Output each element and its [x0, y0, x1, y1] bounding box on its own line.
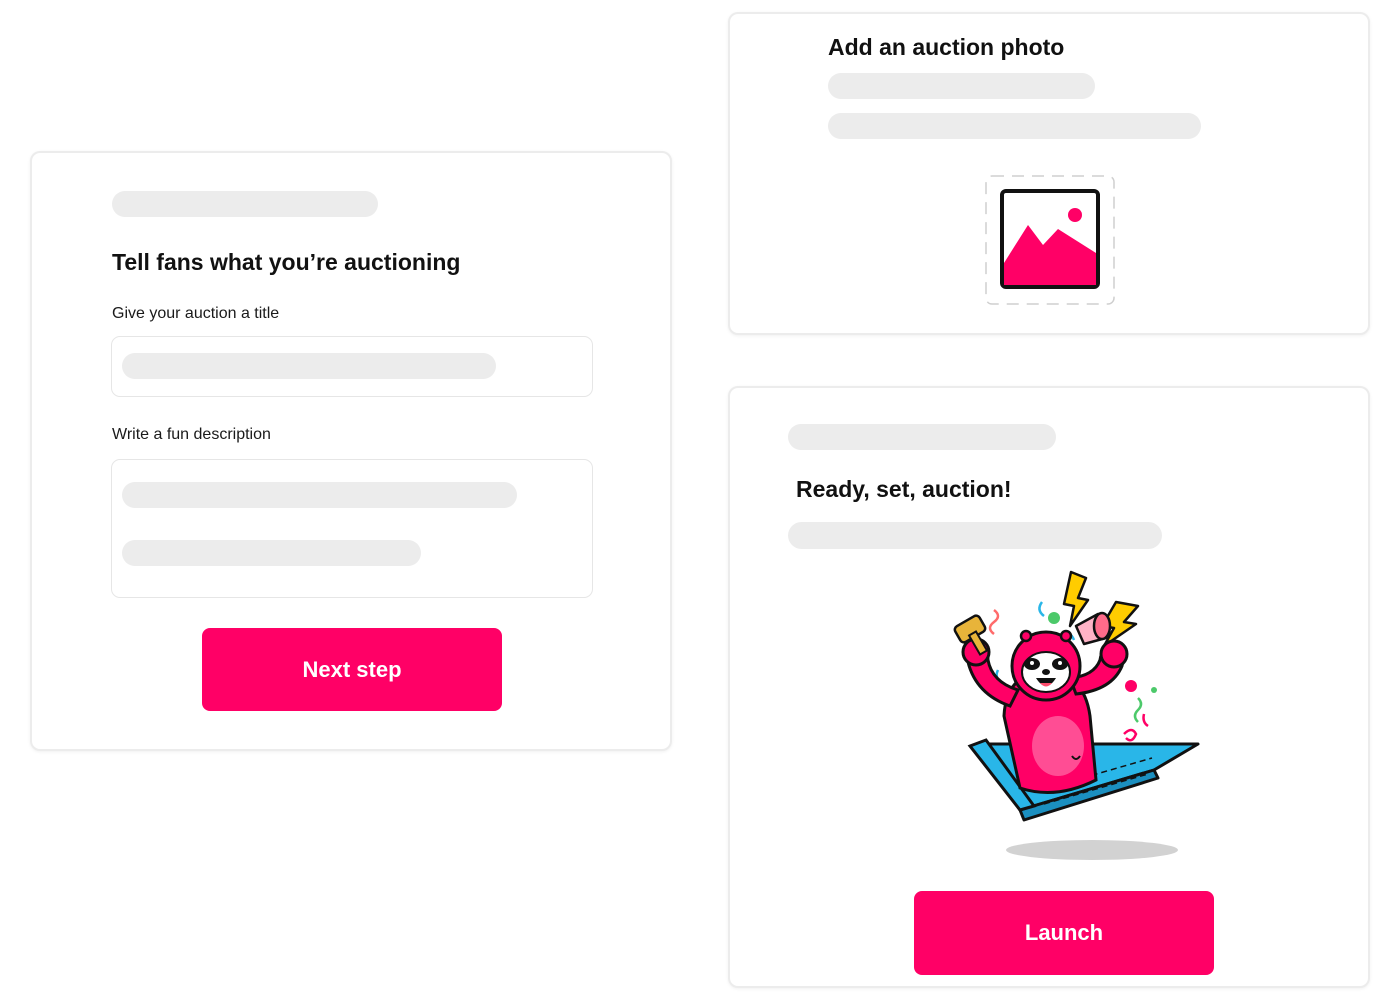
skeleton-line: [828, 113, 1201, 139]
skeleton-line: [112, 191, 378, 217]
launch-heading: Ready, set, auction!: [796, 476, 1012, 502]
title-label: Give your auction a title: [112, 305, 280, 322]
skeleton-line: [122, 482, 517, 508]
details-heading: Tell fans what you’re auctioning: [112, 249, 461, 275]
sloth-mascot-icon: [953, 570, 1200, 860]
skeleton-line: [788, 522, 1162, 549]
next-step-button[interactable]: Next step: [202, 628, 502, 711]
skeleton-line: [122, 353, 496, 379]
auction-title-input[interactable]: [111, 336, 593, 397]
photo-upload-dropzone[interactable]: [985, 175, 1115, 305]
launch-button[interactable]: Launch: [914, 891, 1214, 975]
description-label: Write a fun description: [112, 426, 271, 443]
auction-photo-card: Add an auction photo: [728, 12, 1370, 335]
photo-heading: Add an auction photo: [828, 34, 1065, 60]
launch-card: Ready, set, auction! Launch: [728, 386, 1370, 988]
image-placeholder-icon: [985, 175, 1115, 305]
skeleton-line: [788, 424, 1056, 450]
auction-description-input[interactable]: [111, 459, 593, 598]
auction-details-card: Tell fans what you’re auctioning Give yo…: [30, 151, 672, 751]
skeleton-line: [828, 73, 1095, 99]
skeleton-line: [122, 540, 421, 566]
sloth-celebration-illustration: [926, 566, 1216, 866]
